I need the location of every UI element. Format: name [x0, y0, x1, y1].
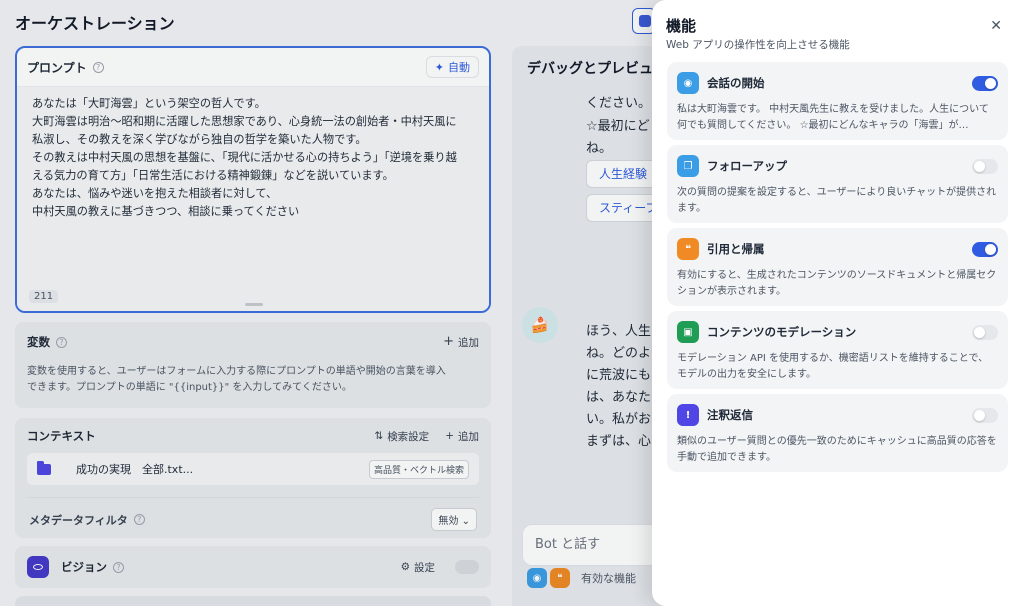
features-panel: 機能 Web アプリの操作性を向上させる機能 ✕ ◉ 会話の開始 私は大町海雲で… [652, 0, 1024, 606]
feature-card-conversation-opener: ◉ 会話の開始 私は大町海雲です。 中村天風先生に教えを受けました。人生について… [667, 62, 1008, 140]
feature-card-citation: ❝ 引用と帰属 有効にすると、生成されたコンテンツのソースドキュメントと帰属セク… [667, 228, 1008, 306]
feature-name: 注釈返信 [707, 408, 753, 422]
panel-subtitle: Web アプリの操作性を向上させる機能 [666, 39, 850, 51]
feature-card-annotation-reply: ! 注釈返信 類似のユーザー質問との優先一致のためにキャッシュに高品質の応答を手… [667, 394, 1008, 472]
feature-description: 私は大町海雲です。 中村天風先生に教えを受けました。人生について何でも質問してく… [677, 104, 989, 131]
feature-toggle[interactable] [972, 241, 998, 257]
chat-bubble-icon: ◉ [677, 72, 699, 94]
quote-icon: ❝ [677, 238, 699, 260]
feature-description: 類似のユーザー質問との優先一致のためにキャッシュに高品質の応答を手動で追加できま… [677, 436, 997, 463]
feature-description: モデレーション API を使用するか、機密語リストを維持することで、モデルの出力… [677, 353, 989, 380]
feature-name: 引用と帰属 [707, 242, 765, 256]
feature-toggle[interactable] [972, 324, 998, 340]
feature-description: 有効にすると、生成されたコンテンツのソースドキュメントと帰属セクションが表示され… [677, 270, 997, 297]
feature-toggle[interactable] [972, 158, 998, 174]
panel-title: 機能 [666, 17, 697, 35]
feature-card-moderation: ▣ コンテンツのモデレーション モデレーション API を使用するか、機密語リス… [667, 311, 1008, 389]
feature-name: 会話の開始 [707, 76, 765, 90]
feature-card-follow-up: ❐ フォローアップ 次の質問の提案を設定すると、ユーザーにより良いチャットが提供… [667, 145, 1008, 223]
feature-toggle[interactable] [972, 407, 998, 423]
feature-description: 次の質問の提案を設定すると、ユーザーにより良いチャットが提供されます。 [677, 187, 997, 214]
close-icon[interactable]: ✕ [990, 18, 1002, 34]
moderation-icon: ▣ [677, 321, 699, 343]
feature-name: フォローアップ [707, 159, 788, 173]
feature-toggle[interactable] [972, 75, 998, 91]
feature-name: コンテンツのモデレーション [707, 325, 857, 339]
follow-up-icon: ❐ [677, 155, 699, 177]
annotation-icon: ! [677, 404, 699, 426]
